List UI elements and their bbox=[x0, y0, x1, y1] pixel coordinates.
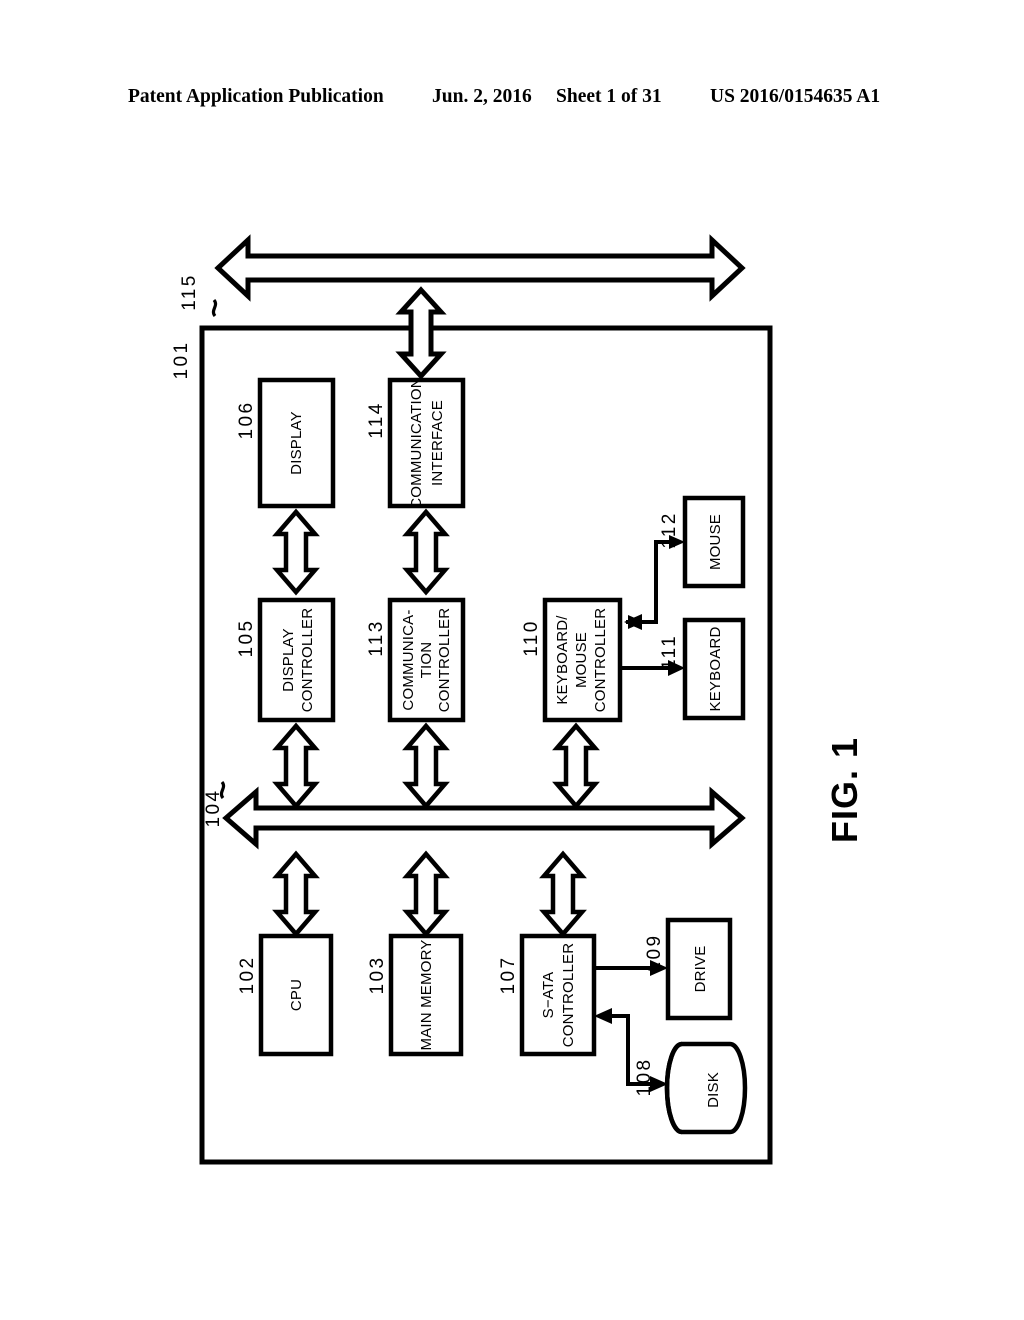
ref-number-113: 113 bbox=[365, 619, 387, 657]
bus-115-arrow bbox=[214, 234, 746, 302]
arrow-bus104-to-sata-controller bbox=[539, 850, 587, 938]
ref-number-103: 103 bbox=[366, 955, 388, 995]
figure-1-diagram: 115 101 106 114 105 113 110 112 111 104 … bbox=[0, 0, 1024, 1320]
block-label-communication-controller-line3: CONTROLLER bbox=[436, 607, 454, 713]
arrow-comm-interface-to-comm-controller bbox=[402, 508, 450, 596]
block-label-communication-interface-line2: INTERFACE bbox=[429, 400, 447, 486]
block-label-km-controller-line3: CONTROLLER bbox=[592, 607, 610, 713]
arrow-comm-controller-to-bus104 bbox=[402, 722, 450, 810]
ref-number-104: 104 bbox=[202, 788, 224, 828]
block-label-communication-interface-line1: COMMUNICATION bbox=[408, 377, 426, 509]
arrow-display-to-display-controller bbox=[272, 508, 320, 596]
arrow-km-controller-to-bus104 bbox=[552, 722, 600, 810]
ref-number-106: 106 bbox=[235, 400, 257, 440]
block-label-communication-controller-line1: COMMUNICA- bbox=[400, 609, 418, 711]
block-label-drive: DRIVE bbox=[692, 945, 710, 993]
block-label-communication-controller-line2: TION bbox=[418, 641, 436, 679]
arrow-comm-interface-to-bus115 bbox=[395, 286, 447, 380]
block-label-display-controller-line2: CONTROLLER bbox=[299, 607, 317, 713]
block-label-sata-controller-line2: CONTROLLER bbox=[560, 942, 578, 1048]
ref-number-111: 111 bbox=[658, 633, 680, 671]
arrow-bus104-to-cpu bbox=[272, 850, 320, 938]
arrow-disk-to-sata bbox=[594, 1008, 668, 1092]
arrow-bus104-to-main-memory bbox=[402, 850, 450, 938]
block-label-display-controller-line1: DISPLAY bbox=[280, 628, 298, 692]
ref-number-102: 102 bbox=[236, 955, 258, 995]
ref-number-110: 110 bbox=[520, 619, 542, 657]
block-label-cpu: CPU bbox=[288, 978, 306, 1012]
ref-number-101: 101 bbox=[170, 340, 192, 380]
block-label-keyboard: KEYBOARD bbox=[707, 626, 725, 712]
block-label-mouse: MOUSE bbox=[707, 513, 725, 571]
block-label-km-controller-line2: MOUSE bbox=[573, 631, 591, 689]
block-114-communication-interface bbox=[387, 377, 466, 509]
block-label-sata-controller-line1: S−ATA bbox=[540, 971, 558, 1019]
ref-number-108: 108 bbox=[633, 1057, 655, 1097]
block-label-main-memory: MAIN MEMORY bbox=[418, 939, 436, 1051]
ref-number-114: 114 bbox=[365, 401, 387, 439]
block-107-sata-controller bbox=[519, 933, 597, 1057]
ref-number-115: 115 bbox=[178, 273, 200, 311]
ref-number-105: 105 bbox=[235, 618, 257, 658]
arrow-display-controller-to-bus104 bbox=[272, 722, 320, 810]
block-label-display: DISPLAY bbox=[288, 411, 306, 475]
ref-number-107: 107 bbox=[497, 955, 519, 995]
ref-number-112: 112 bbox=[658, 511, 680, 549]
arrow-mouse-to-controller bbox=[626, 535, 685, 629]
ref-number-109: 109 bbox=[643, 933, 665, 973]
arrowhead-into-km-controller bbox=[624, 614, 642, 630]
bus-115-leader bbox=[211, 298, 218, 318]
block-label-km-controller-line1: KEYBOARD/ bbox=[554, 615, 572, 705]
diagram-canvas bbox=[199, 234, 773, 1165]
block-label-disk: DISK bbox=[705, 1072, 723, 1108]
figure-title: FIG. 1 bbox=[823, 736, 865, 844]
